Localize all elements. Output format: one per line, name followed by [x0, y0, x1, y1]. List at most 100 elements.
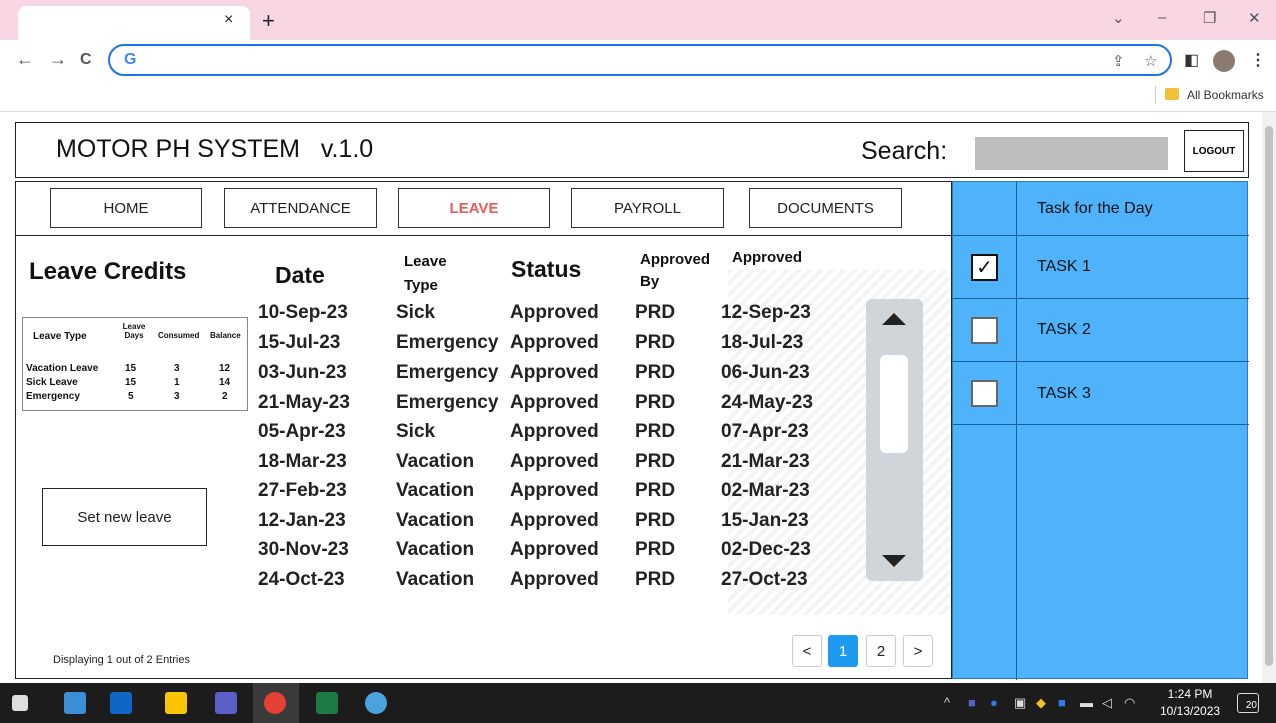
page-scrollbar[interactable] — [1262, 112, 1276, 683]
cell-status: Approved — [510, 362, 599, 383]
cell-leave-type: Vacation — [396, 510, 475, 531]
cell-leave-type: Emergency — [396, 392, 499, 413]
all-bookmarks-link[interactable]: All Bookmarks — [1187, 88, 1264, 102]
header-date: Date — [275, 262, 325, 288]
nav-attendance[interactable]: ATTENDANCE — [224, 188, 377, 228]
cell-approved-date: 06-Jun-23 — [721, 362, 810, 383]
cell-status: Approved — [510, 302, 599, 323]
task-2-label: TASK 2 — [1037, 321, 1091, 338]
tab-search-icon[interactable]: ⌄ — [1112, 9, 1125, 27]
profile-avatar[interactable] — [1213, 50, 1235, 72]
table-row[interactable]: 24-Oct-23 Vacation Approved PRD 27-Oct-23 — [16, 569, 951, 599]
nav-payroll[interactable]: PAYROLL — [571, 188, 724, 228]
nav-documents[interactable]: DOCUMENTS — [749, 188, 902, 228]
paint-icon[interactable] — [365, 692, 387, 714]
tray-app-icon[interactable]: ▣ — [1014, 695, 1026, 711]
cell-date: 12-Jan-23 — [258, 510, 346, 531]
windows-start-icon[interactable] — [12, 695, 28, 711]
menu-icon[interactable]: ⋮ — [1250, 50, 1266, 70]
task-3-label: TASK 3 — [1037, 385, 1091, 402]
main-panel: HOME ATTENDANCE LEAVE PAYROLL DOCUMENTS … — [15, 181, 952, 679]
cell-date: 21-May-23 — [258, 392, 350, 413]
wifi-icon[interactable]: ◠ — [1124, 695, 1135, 711]
folder-icon[interactable] — [1165, 88, 1179, 100]
cell-approved-by: PRD — [635, 332, 676, 353]
leave-credits-title: Leave Credits — [29, 258, 187, 285]
restore-icon[interactable]: ❐ — [1203, 9, 1216, 27]
chrome-icon[interactable] — [264, 692, 286, 714]
reload-icon[interactable]: C — [80, 51, 92, 69]
minimize-icon[interactable]: – — [1158, 9, 1166, 26]
table-scrollbar[interactable] — [866, 299, 923, 581]
scroll-thumb[interactable] — [880, 355, 908, 453]
entries-count: Displaying 1 out of 2 Entries — [53, 654, 190, 666]
table-row[interactable]: 21-May-23 Emergency Approved PRD 24-May-23 — [16, 392, 951, 422]
cell-approved-date: 24-May-23 — [721, 392, 813, 413]
scroll-up-icon[interactable] — [882, 313, 906, 325]
task-1-checkbox[interactable]: ✓ — [971, 254, 998, 281]
table-row[interactable]: 18-Mar-23 Vacation Approved PRD 21-Mar-23 — [16, 451, 951, 481]
tab-close-icon[interactable]: × — [224, 11, 233, 29]
new-tab-icon[interactable]: + — [262, 8, 275, 34]
table-row[interactable]: 05-Apr-23 Sick Approved PRD 07-Apr-23 — [16, 421, 951, 451]
nav-home[interactable]: HOME — [50, 188, 202, 228]
forward-icon[interactable]: → — [49, 49, 67, 70]
share-icon[interactable]: ⇪ — [1112, 52, 1125, 70]
table-row[interactable]: 27-Feb-23 Vacation Approved PRD 02-Mar-23 — [16, 480, 951, 510]
cell-approved-by: PRD — [635, 362, 676, 383]
pagination-prev[interactable]: < — [792, 635, 822, 667]
address-bar[interactable]: G ⇪ ☆ — [108, 44, 1172, 76]
teams-icon[interactable] — [215, 692, 237, 714]
cell-approved-by: PRD — [635, 539, 676, 560]
cell-date: 03-Jun-23 — [258, 362, 347, 383]
tray-s-icon[interactable]: ■ — [1058, 695, 1066, 710]
side-panel-icon[interactable]: ◧ — [1184, 50, 1199, 70]
task-3-checkbox[interactable] — [971, 380, 998, 407]
table-row[interactable]: 12-Jan-23 Vacation Approved PRD 15-Jan-23 — [16, 510, 951, 540]
notification-icon[interactable]: 20 — [1237, 693, 1259, 713]
scroll-down-icon[interactable] — [882, 555, 906, 567]
pagination-next[interactable]: > — [903, 635, 933, 667]
table-row[interactable]: 30-Nov-23 Vacation Approved PRD 02-Dec-23 — [16, 539, 951, 569]
system-clock[interactable]: 1:24 PM 10/13/2023 — [1160, 686, 1220, 720]
close-window-icon[interactable]: ✕ — [1248, 9, 1261, 27]
task-panel-title: Task for the Day — [1037, 200, 1153, 217]
laptop-app-icon[interactable] — [64, 692, 86, 714]
battery-icon[interactable]: ▬ — [1080, 695, 1093, 710]
cell-approved-by: PRD — [635, 392, 676, 413]
page-scroll-thumb[interactable] — [1265, 126, 1273, 666]
bookmark-star-icon[interactable]: ☆ — [1144, 52, 1157, 70]
cell-approved-date: 12-Sep-23 — [721, 302, 811, 323]
table-row[interactable]: 10-Sep-23 Sick Approved PRD 12-Sep-23 — [16, 302, 951, 332]
nav-leave[interactable]: LEAVE — [398, 188, 550, 228]
pagination-page-2[interactable]: 2 — [866, 635, 896, 667]
cell-approved-by: PRD — [635, 421, 676, 442]
task-2-checkbox[interactable] — [971, 317, 998, 344]
browser-tab[interactable] — [18, 6, 250, 40]
pagination-page-1[interactable]: 1 — [828, 635, 858, 667]
security-icon[interactable]: ◆ — [1036, 695, 1046, 711]
cell-status: Approved — [510, 421, 599, 442]
cell-approved-by: PRD — [635, 510, 676, 531]
cell-leave-type: Vacation — [396, 539, 475, 560]
task-row-divider — [953, 235, 1249, 236]
bluetooth-icon[interactable]: ● — [990, 695, 998, 710]
sticky-notes-icon[interactable] — [165, 692, 187, 714]
excel-icon[interactable] — [316, 692, 338, 714]
bookmarks-divider — [1155, 86, 1156, 104]
outlook-icon[interactable] — [110, 692, 132, 714]
table-row[interactable]: 15-Jul-23 Emergency Approved PRD 18-Jul-23 — [16, 332, 951, 362]
tray-teams-icon[interactable]: ■ — [968, 695, 976, 710]
logout-button[interactable]: LOGOUT — [1184, 130, 1244, 172]
search-input[interactable] — [975, 137, 1168, 170]
app-title: MOTOR PH SYSTEM v.1.0 — [56, 135, 374, 163]
cell-date: 10-Sep-23 — [258, 302, 348, 323]
back-icon[interactable]: ← — [16, 49, 34, 70]
cell-status: Approved — [510, 332, 599, 353]
cell-leave-type: Vacation — [396, 480, 475, 501]
task-panel-divider — [1016, 182, 1017, 680]
table-row[interactable]: 03-Jun-23 Emergency Approved PRD 06-Jun-23 — [16, 362, 951, 392]
volume-icon[interactable]: ◁ — [1102, 695, 1112, 711]
tray-chevron-icon[interactable]: ^ — [944, 695, 950, 710]
cell-status: Approved — [510, 510, 599, 531]
